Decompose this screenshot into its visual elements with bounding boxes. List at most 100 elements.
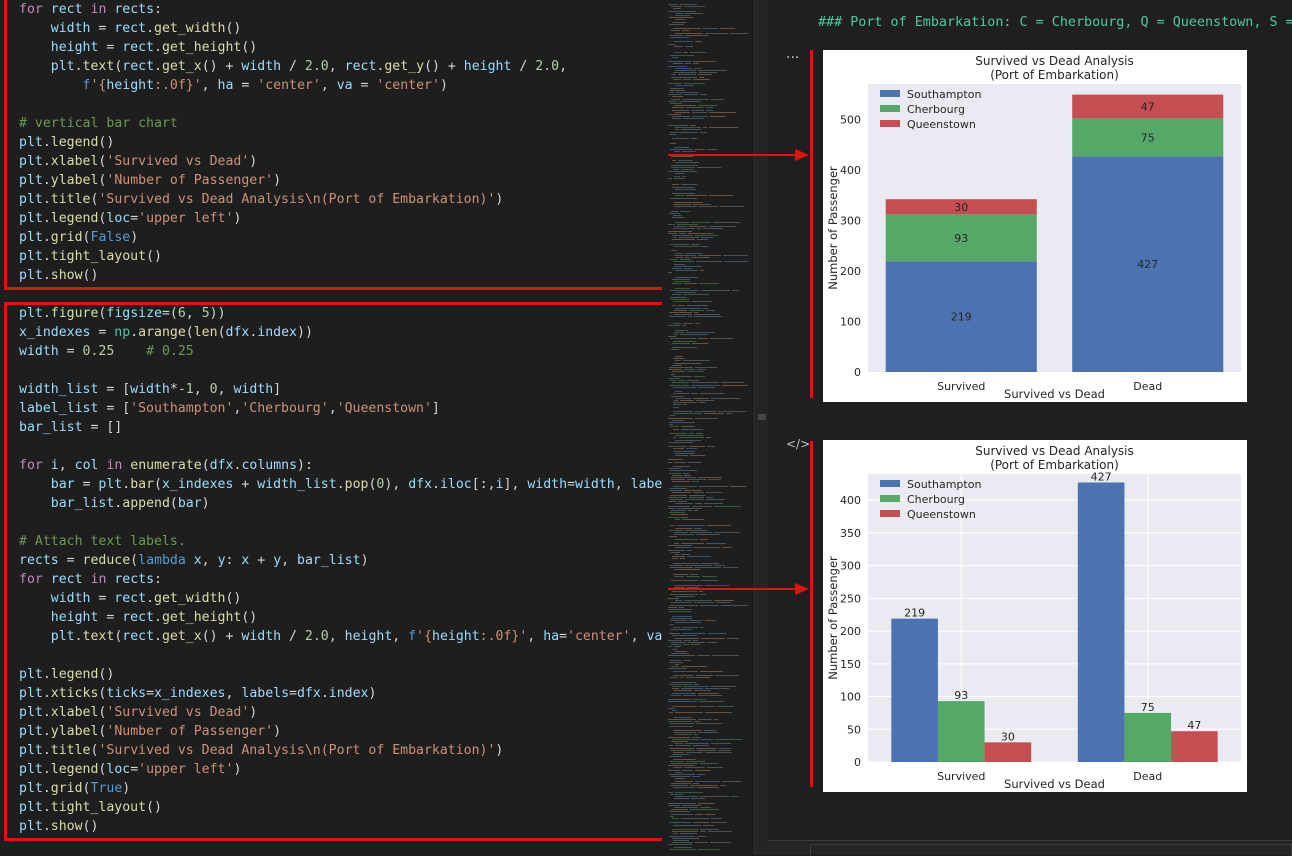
code-token: , bbox=[630, 629, 647, 644]
code-line[interactable]: plt.show() bbox=[19, 266, 98, 285]
code-token: loc bbox=[106, 762, 131, 777]
code-line[interactable]: plt.legend() bbox=[19, 665, 114, 684]
code-line[interactable]: # Attach text labels. bbox=[19, 532, 186, 551]
code-token: plt bbox=[19, 306, 43, 321]
code-token: ) bbox=[495, 743, 504, 758]
code-token: text bbox=[82, 629, 115, 644]
more-actions-icon[interactable]: ... bbox=[786, 46, 799, 62]
code-token: rect bbox=[114, 21, 147, 36]
code-line[interactable]: plt.show() bbox=[19, 817, 98, 836]
code-token: plt bbox=[19, 724, 43, 739]
code-line[interactable]: width = rect.get_width() bbox=[19, 589, 242, 608]
code-line[interactable]: label_list = ['Southampton','Cherbourg',… bbox=[19, 399, 440, 418]
markdown-heading: ### Port of Embarkation: C = Cherbourg, … bbox=[818, 15, 1292, 30]
code-line[interactable]: plt.text(rect.get_x() + width / 2.0, rec… bbox=[19, 57, 567, 76]
code-token: ) bbox=[130, 230, 139, 245]
code-line[interactable]: for rect in rects: bbox=[19, 570, 162, 589]
legend-label: Queenstown bbox=[907, 118, 976, 131]
code-line[interactable]: plt.ylabel('Number of Passenger') bbox=[19, 171, 281, 190]
code-token: = bbox=[289, 686, 297, 701]
code-token: plt bbox=[19, 800, 43, 815]
code-line[interactable]: # vertical bar chart bbox=[19, 114, 178, 133]
code-token: ( bbox=[154, 477, 162, 492]
code-token: labels bbox=[241, 686, 290, 701]
code-line[interactable]: plt.title('Survived vs Dead Analysis\n(P… bbox=[19, 741, 503, 760]
code-line[interactable]: plt.xlabel('Survived vs Dead') bbox=[19, 703, 257, 722]
code-line[interactable]: plt.xlabel('Survived vs Dead') bbox=[19, 152, 257, 171]
legend-label: Cherbourg bbox=[907, 103, 965, 116]
code-token: . bbox=[42, 743, 51, 758]
minimap[interactable] bbox=[662, 0, 754, 855]
code-line[interactable]: for i, col in enumerate(dfx.columns): bbox=[19, 456, 313, 475]
code-line[interactable]: width = 0.25 # 0.25 bbox=[19, 342, 194, 361]
code-token: , bbox=[201, 78, 218, 93]
code-token: . bbox=[42, 211, 51, 226]
code-line[interactable]: rects = reduce(lambda x, y: x + y, bar_l… bbox=[19, 551, 369, 570]
code-line[interactable]: plt.tight_layout() bbox=[19, 247, 162, 266]
code-token: = [ bbox=[98, 382, 131, 397]
editor-scrollbar[interactable] bbox=[754, 0, 768, 855]
code-line[interactable]: plt.grid(False) bbox=[19, 228, 138, 247]
legend-swatch bbox=[880, 510, 900, 517]
code-line[interactable]: plt.ylabel('Number of Passenger') bbox=[19, 722, 281, 741]
code-token: columns bbox=[241, 458, 298, 473]
code-line[interactable]: plt.title('Survived vs Dead Analysis\n(P… bbox=[19, 190, 503, 209]
y-tick-label: 0 bbox=[854, 756, 861, 769]
code-line[interactable]: plt.grid(True) bbox=[19, 779, 130, 798]
code-line[interactable]: bar = plt.bar(x_indexes + width_list.pop… bbox=[19, 475, 662, 494]
code-line[interactable]: height = rect.get_height() bbox=[19, 608, 257, 627]
code-token: ] bbox=[273, 382, 282, 397]
code-token: for bbox=[19, 2, 43, 17]
code-token: ) bbox=[249, 154, 258, 169]
code-line[interactable]: width = rect.get_width() bbox=[19, 19, 242, 38]
code-token: / bbox=[281, 629, 305, 644]
y-axis-label: Number of Passenger bbox=[826, 556, 840, 680]
code-editor[interactable]: for rect in rects: width = rect.get_widt… bbox=[0, 0, 662, 855]
code-line[interactable]: for rect in rects: bbox=[19, 0, 162, 19]
code-cell-icon[interactable]: </> bbox=[786, 437, 810, 451]
y-tick-label: 300 bbox=[840, 560, 861, 573]
code-line[interactable]: bar_list.append(bar) bbox=[19, 494, 210, 513]
code-line[interactable]: width_list = [width*-1, 0, width] bbox=[19, 380, 281, 399]
y-tick-label: 100 bbox=[840, 691, 861, 704]
code-token: in bbox=[106, 458, 123, 473]
code-line[interactable]: plt.xticks(ticks=x_indexes, labels=dfx.i… bbox=[19, 684, 376, 703]
code-token: . bbox=[42, 306, 51, 321]
code-token: plt bbox=[19, 249, 43, 264]
code-line[interactable]: plt.legend() bbox=[19, 133, 114, 152]
code-token: ( bbox=[82, 781, 91, 796]
code-token: rect bbox=[122, 610, 154, 625]
code-token: y bbox=[217, 553, 226, 568]
code-line[interactable]: x_indexes = np.arange(len(dfx.index)) bbox=[19, 323, 313, 342]
code-line[interactable]: height = rect.get_height() bbox=[19, 38, 257, 57]
code-line[interactable]: bar_list = [] bbox=[19, 418, 122, 437]
code-token: () bbox=[241, 610, 258, 625]
code-line[interactable]: plt.legend(loc='upper left') bbox=[19, 760, 241, 779]
cell-input-strip[interactable] bbox=[768, 840, 1292, 856]
code-token: , bbox=[614, 477, 631, 492]
code-token: # vertical bar chart bbox=[19, 116, 178, 131]
code-token: () + bbox=[424, 59, 464, 74]
code-token: tight_layout bbox=[50, 249, 147, 264]
code-token: ylabel bbox=[50, 724, 99, 739]
bar-value-label: 47 bbox=[1141, 100, 1155, 113]
code-token: get_x bbox=[161, 629, 202, 644]
code-token: '{ bbox=[90, 78, 107, 93]
code-token: 'upper left' bbox=[138, 211, 234, 226]
code-token: plt bbox=[50, 629, 75, 644]
bar-value-label: 30 bbox=[1001, 730, 1015, 743]
code-line[interactable]: plt.figure(figsize=(6, 5)) bbox=[19, 304, 226, 323]
code-token: () bbox=[82, 268, 99, 283]
code-token: . bbox=[42, 667, 51, 682]
code-line[interactable]: plt.tight_layout() bbox=[19, 798, 162, 817]
code-line[interactable]: plt.text(rect.get_x() + width / 2.0, hei… bbox=[19, 627, 662, 646]
scrollbar-thumb[interactable] bbox=[758, 414, 766, 420]
code-token: 'Survived vs Dead' bbox=[106, 154, 250, 169]
code-line[interactable]: f'{height:.0f}', ha = 'center', va = 'ce… bbox=[19, 76, 448, 95]
code-line[interactable]: plt.legend(loc='upper left') bbox=[19, 209, 241, 228]
code-token: ) bbox=[233, 211, 242, 226]
code-token: 6 bbox=[177, 306, 186, 321]
y-tick-label: 200 bbox=[840, 625, 861, 638]
